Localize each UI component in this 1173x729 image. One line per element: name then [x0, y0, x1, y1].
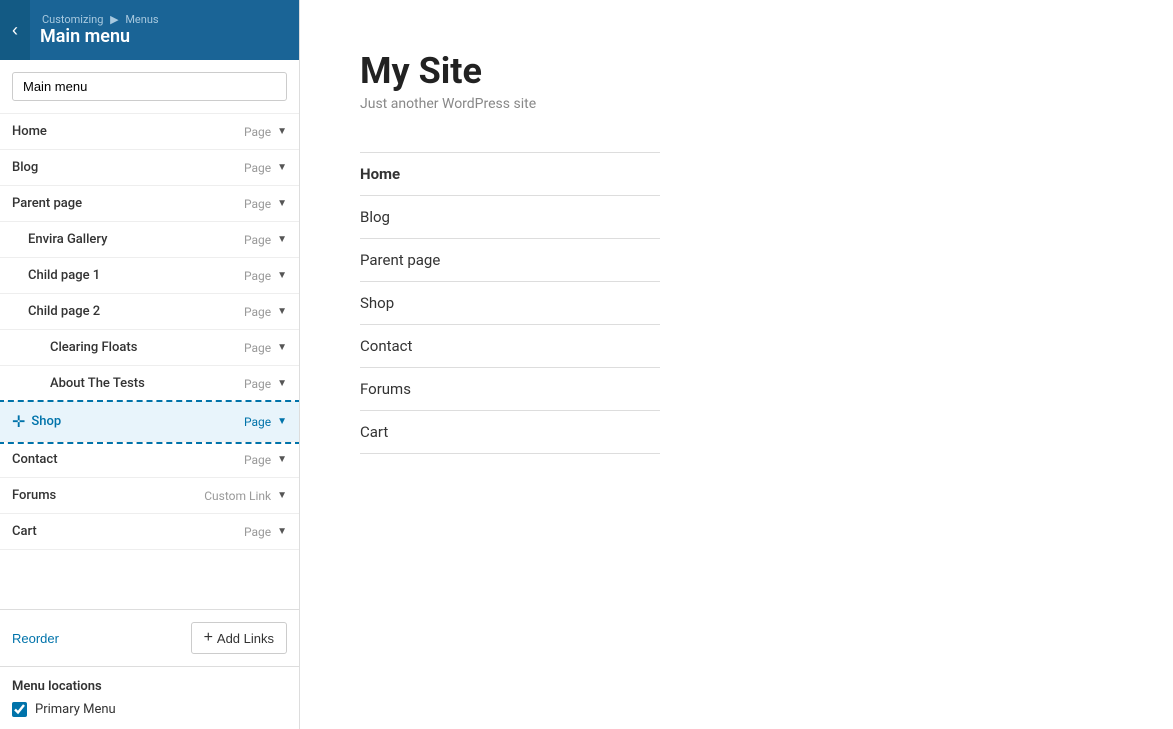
- nav-menu: Home Blog Parent page Shop Contact Forum…: [360, 152, 660, 454]
- sidebar-footer: Reorder + Add Links: [0, 609, 299, 666]
- sidebar: ‹ Customizing ▶ Menus Main menu Home Pag…: [0, 0, 300, 729]
- menu-item-clearing-floats-label: Clearing Floats: [50, 340, 137, 355]
- menu-item-blog[interactable]: Blog Page ▼: [0, 150, 299, 186]
- menu-item-blog-label: Blog: [12, 160, 38, 175]
- menu-item-child-page-2-type: Page: [244, 305, 271, 319]
- nav-item-parent-page[interactable]: Parent page: [360, 239, 660, 282]
- chevron-down-icon[interactable]: ▼: [277, 198, 287, 209]
- menu-item-clearing-floats[interactable]: Clearing Floats Page ▼: [0, 330, 299, 366]
- menu-item-forums[interactable]: Forums Custom Link ▼: [0, 478, 299, 514]
- menu-item-shop-type: Page: [244, 415, 271, 429]
- chevron-down-icon[interactable]: ▼: [277, 454, 287, 465]
- menu-item-cart-label: Cart: [12, 524, 37, 539]
- chevron-down-icon[interactable]: ▼: [277, 306, 287, 317]
- site-title: My Site: [360, 50, 1113, 92]
- menu-item-about-the-tests-type: Page: [244, 377, 271, 391]
- sidebar-header: ‹ Customizing ▶ Menus Main menu: [0, 0, 299, 60]
- breadcrumb-customizing: Customizing: [42, 13, 103, 26]
- chevron-down-icon[interactable]: ▼: [277, 234, 287, 245]
- back-button[interactable]: ‹: [0, 0, 30, 60]
- menu-item-envira-gallery[interactable]: Envira Gallery Page ▼: [0, 222, 299, 258]
- search-box: [0, 60, 299, 114]
- menu-item-contact[interactable]: Contact Page ▼: [0, 442, 299, 478]
- drag-handle-icon[interactable]: ✛: [12, 412, 25, 431]
- menu-item-child-page-1-type: Page: [244, 269, 271, 283]
- preview-area: My Site Just another WordPress site Home…: [300, 0, 1173, 729]
- site-tagline: Just another WordPress site: [360, 96, 1113, 112]
- menu-item-child-page-1[interactable]: Child page 1 Page ▼: [0, 258, 299, 294]
- menu-item-contact-label: Contact: [12, 452, 58, 467]
- breadcrumb: Customizing ▶ Menus: [40, 13, 161, 26]
- add-links-button[interactable]: + Add Links: [191, 622, 287, 654]
- menu-item-forums-type: Custom Link: [204, 489, 271, 503]
- menu-item-child-page-2[interactable]: Child page 2 Page ▼: [0, 294, 299, 330]
- menu-item-clearing-floats-type: Page: [244, 341, 271, 355]
- menu-item-blog-type: Page: [244, 161, 271, 175]
- menu-item-shop[interactable]: ✛ Shop Page ▼: [0, 402, 299, 442]
- nav-item-home[interactable]: Home: [360, 153, 660, 196]
- primary-menu-label: Primary Menu: [35, 702, 116, 717]
- breadcrumb-arrow: ▶: [110, 13, 118, 26]
- nav-item-contact[interactable]: Contact: [360, 325, 660, 368]
- location-item-primary-menu: Primary Menu: [12, 702, 287, 717]
- menu-item-child-page-1-label: Child page 1: [28, 268, 100, 283]
- menu-item-about-the-tests[interactable]: About The Tests Page ▼: [0, 366, 299, 402]
- search-input[interactable]: [12, 72, 287, 101]
- add-links-label: Add Links: [217, 631, 274, 646]
- menu-item-home[interactable]: Home Page ▼: [0, 114, 299, 150]
- menu-item-about-the-tests-label: About The Tests: [50, 376, 145, 391]
- menu-item-contact-type: Page: [244, 453, 271, 467]
- menu-item-parent-page[interactable]: Parent page Page ▼: [0, 186, 299, 222]
- menu-item-cart-type: Page: [244, 525, 271, 539]
- menu-item-forums-label: Forums: [12, 488, 56, 503]
- reorder-button[interactable]: Reorder: [12, 631, 59, 646]
- chevron-down-icon[interactable]: ▼: [277, 416, 287, 427]
- menu-item-parent-page-label: Parent page: [12, 196, 82, 211]
- chevron-down-icon[interactable]: ▼: [277, 378, 287, 389]
- menu-item-home-label: Home: [12, 124, 47, 139]
- chevron-down-icon[interactable]: ▼: [277, 490, 287, 501]
- nav-item-shop[interactable]: Shop: [360, 282, 660, 325]
- chevron-down-icon[interactable]: ▼: [277, 342, 287, 353]
- nav-item-forums[interactable]: Forums: [360, 368, 660, 411]
- menu-item-envira-gallery-label: Envira Gallery: [28, 232, 107, 247]
- menu-item-envira-gallery-type: Page: [244, 233, 271, 247]
- menu-item-cart[interactable]: Cart Page ▼: [0, 514, 299, 550]
- breadcrumb-menus: Menus: [125, 13, 158, 26]
- chevron-down-icon[interactable]: ▼: [277, 126, 287, 137]
- menu-item-home-type: Page: [244, 125, 271, 139]
- menu-locations: Menu locations Primary Menu: [0, 666, 299, 729]
- menu-items-list: Home Page ▼ Blog Page ▼ Parent page Page…: [0, 114, 299, 609]
- plus-icon: +: [204, 629, 213, 647]
- menu-item-shop-label: Shop: [31, 414, 61, 429]
- chevron-down-icon[interactable]: ▼: [277, 526, 287, 537]
- primary-menu-checkbox[interactable]: [12, 702, 27, 717]
- chevron-down-icon[interactable]: ▼: [277, 162, 287, 173]
- nav-item-cart[interactable]: Cart: [360, 411, 660, 454]
- header-title-block: Customizing ▶ Menus Main menu: [40, 13, 161, 47]
- page-title: Main menu: [40, 26, 161, 47]
- menu-item-child-page-2-label: Child page 2: [28, 304, 100, 319]
- nav-item-blog[interactable]: Blog: [360, 196, 660, 239]
- menu-item-parent-page-type: Page: [244, 197, 271, 211]
- chevron-down-icon[interactable]: ▼: [277, 270, 287, 281]
- menu-locations-title: Menu locations: [12, 679, 287, 694]
